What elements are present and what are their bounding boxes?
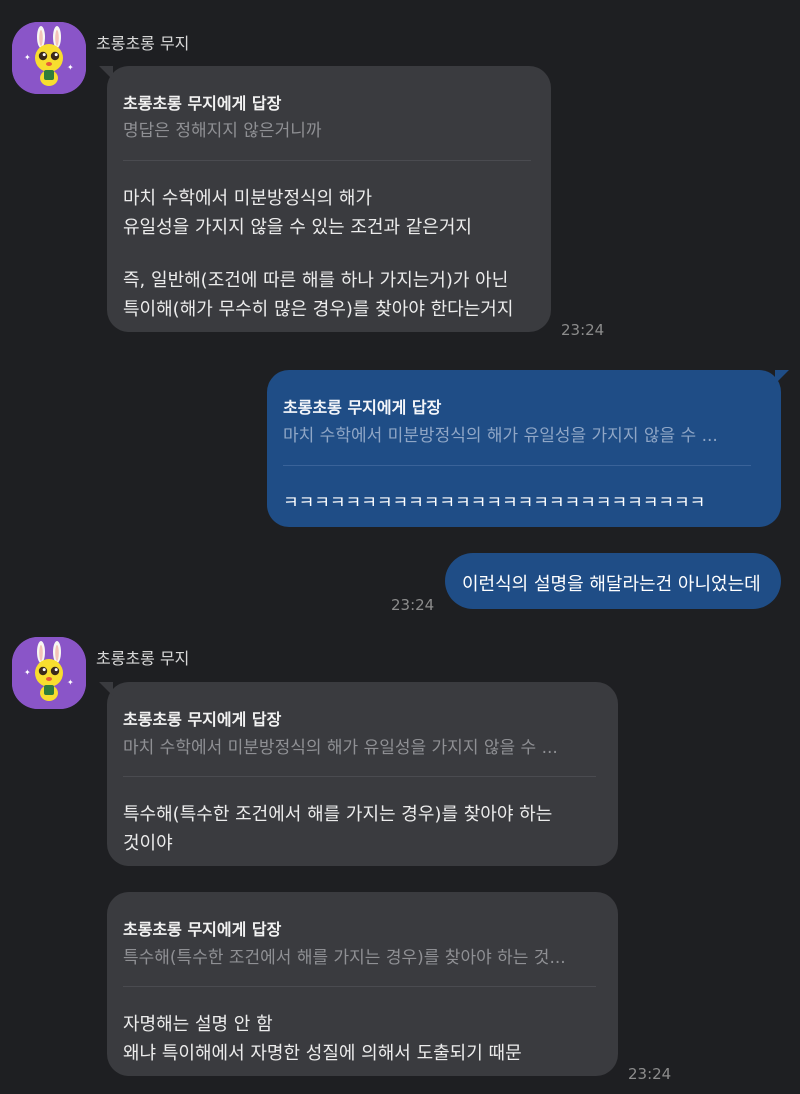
reply-divider [283,465,751,466]
reply-preview[interactable]: 마치 수학에서 미분방정식의 해가 유일성을 가지지 않을 수 ... [123,733,558,758]
reply-preview[interactable]: 특수해(특수한 조건에서 해를 가지는 경우)를 찾아야 하는 것... [123,943,566,968]
message-bubble[interactable]: 초롱초롱 무지에게 답장 특수해(특수한 조건에서 해를 가지는 경우)를 찾아… [107,892,618,1076]
profile-avatar[interactable]: ✦ ✦ [12,22,86,94]
sender-name: 초롱초롱 무지 [96,34,190,53]
reply-divider [123,986,596,987]
sender-name: 초롱초롱 무지 [96,649,190,668]
message-line: 특수해(특수한 조건에서 해를 가지는 경우)를 찾아야 하는 [123,804,553,825]
muzi-avatar-icon: ✦ ✦ [12,637,86,709]
svg-text:✦: ✦ [24,668,31,677]
message-line: 특이해(해가 무수히 많은 경우)를 찾아야 한다는거지 [123,299,514,320]
reply-preview[interactable]: 명답은 정해지지 않은거니까 [123,116,322,141]
timestamp: 23:24 [561,321,605,339]
reply-divider [123,776,596,777]
reply-title: 초롱초롱 무지에게 답장 [123,710,282,729]
reply-preview[interactable]: 마치 수학에서 미분방정식의 해가 유일성을 가지지 않을 수 ... [283,421,718,446]
muzi-avatar-icon: ✦ ✦ [12,22,86,94]
svg-text:✦: ✦ [24,53,31,62]
message-line: 즉, 일반해(조건에 따른 해를 하나 가지는거)가 아닌 [123,270,509,291]
message-bubble[interactable]: 초롱초롱 무지에게 답장 마치 수학에서 미분방정식의 해가 유일성을 가지지 … [99,682,618,866]
message-bubble[interactable]: 초롱초롱 무지에게 답장 마치 수학에서 미분방정식의 해가 유일성을 가지지 … [267,370,789,527]
message-line: 마치 수학에서 미분방정식의 해가 [123,188,373,209]
timestamp: 23:24 [628,1065,672,1083]
reply-divider [123,160,531,161]
message-bubble[interactable]: 이런식의 설명을 해달라는건 아니었는데 [445,553,781,609]
message-line: ㅋㅋㅋㅋㅋㅋㅋㅋㅋㅋㅋㅋㅋㅋㅋㅋㅋㅋㅋㅋㅋㅋㅋㅋㅋㅋㅋ [283,493,706,513]
reply-title: 초롱초롱 무지에게 답장 [123,94,282,113]
message-bubble[interactable]: 초롱초롱 무지에게 답장 명답은 정해지지 않은거니까 마치 수학에서 미분방정… [99,66,551,332]
message-line: 것이야 [123,833,173,854]
svg-text:✦: ✦ [67,63,74,72]
profile-avatar[interactable]: ✦ ✦ [12,637,86,709]
svg-text:✦: ✦ [67,678,74,687]
timestamp: 23:24 [391,596,435,614]
message-line: 이런식의 설명을 해달라는건 아니었는데 [462,574,761,595]
reply-title: 초롱초롱 무지에게 답장 [283,398,442,417]
message-line: 자명해는 설명 안 함 [123,1014,273,1035]
message-line: 유일성을 가지지 않을 수 있는 조건과 같은거지 [123,217,472,238]
message-line: 왜냐 특이해에서 자명한 성질에 의해서 도출되기 때문 [123,1043,522,1064]
reply-title: 초롱초롱 무지에게 답장 [123,920,282,939]
